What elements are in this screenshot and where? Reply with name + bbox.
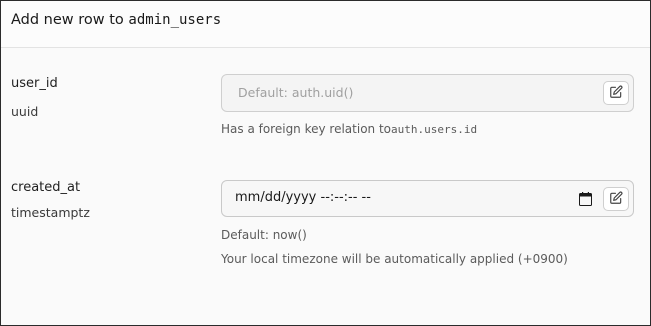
- title-prefix: Add new row to: [11, 12, 129, 28]
- field-name-created-at: created_at: [11, 180, 81, 195]
- created-at-default-text: Default: now(): [221, 228, 307, 242]
- user-id-edit-button[interactable]: [603, 81, 629, 105]
- field-type-user-id: uuid: [11, 104, 39, 119]
- edit-icon: [609, 190, 623, 209]
- panel-title: Add new row to admin_users: [11, 12, 221, 28]
- table-name: admin_users: [128, 12, 222, 28]
- created-at-value: mm/dd/yyyy --:--:-- --: [235, 190, 371, 205]
- fk-helper-text: Has a foreign key relation to: [221, 122, 392, 136]
- user-id-placeholder: Default: auth.uid(): [238, 85, 354, 100]
- field-name-user-id: user_id: [11, 76, 58, 91]
- user-id-input[interactable]: Default: auth.uid(): [221, 74, 634, 112]
- field-type-created-at: timestamptz: [11, 205, 90, 220]
- created-at-input[interactable]: mm/dd/yyyy --:--:-- --: [221, 180, 634, 217]
- edit-icon: [609, 84, 623, 103]
- calendar-icon[interactable]: [578, 192, 592, 206]
- created-at-edit-button[interactable]: [603, 187, 629, 211]
- add-row-panel: Add new row to admin_users user_id uuid …: [0, 0, 651, 326]
- panel-header: Add new row to admin_users: [1, 1, 650, 48]
- user-id-helper: Has a foreign key relation toauth.users.…: [221, 122, 477, 136]
- fk-reference: auth.users.id: [391, 123, 478, 136]
- timezone-helper-text: Your local timezone will be automaticall…: [221, 252, 568, 266]
